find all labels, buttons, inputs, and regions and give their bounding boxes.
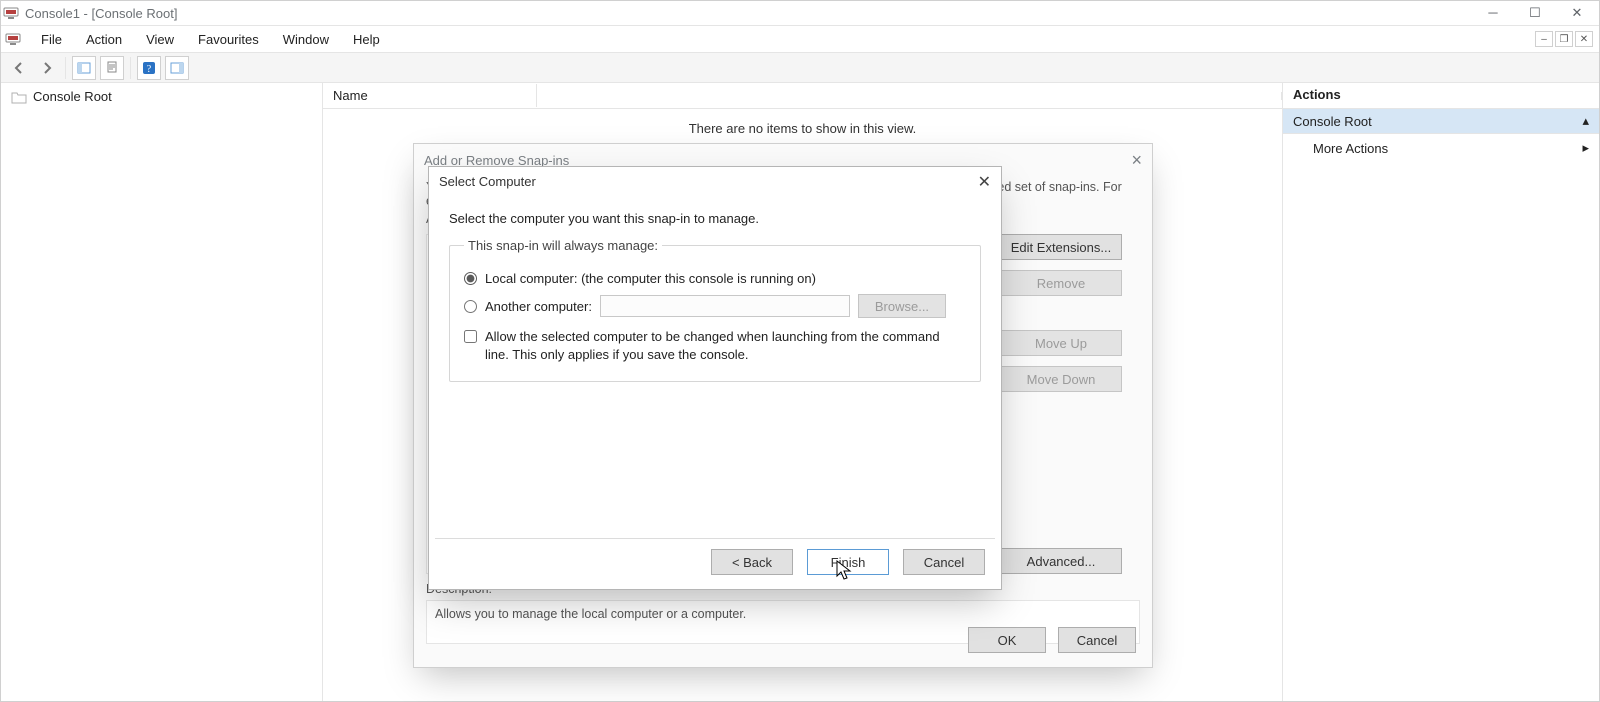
close-icon[interactable]: × [1131, 150, 1142, 171]
finish-button[interactable]: Finish [807, 549, 889, 575]
chevron-right-icon: ▸ [1582, 140, 1589, 156]
mdi-close-icon[interactable]: ✕ [1575, 31, 1593, 47]
toolbar-sep [130, 57, 131, 79]
menu-window[interactable]: Window [273, 28, 339, 51]
menu-action[interactable]: Action [76, 28, 132, 51]
folder-icon [11, 90, 27, 104]
radio-local-input[interactable] [464, 272, 477, 285]
cancel-button[interactable]: Cancel [1058, 627, 1136, 653]
minimize-icon[interactable]: ─ [1481, 5, 1505, 21]
move-down-button: Move Down [1000, 366, 1122, 392]
tree-root[interactable]: Console Root [7, 87, 316, 106]
maximize-icon[interactable]: ☐ [1523, 5, 1547, 21]
actions-header: Actions [1283, 83, 1599, 109]
back-button[interactable]: < Back [711, 549, 793, 575]
move-up-button: Move Up [1000, 330, 1122, 356]
menu-help[interactable]: Help [343, 28, 390, 51]
radio-another[interactable]: Another computer: [464, 299, 592, 314]
close-icon[interactable]: ✕ [978, 172, 991, 192]
actions-more-label: More Actions [1313, 141, 1388, 156]
manage-group: This snap-in will always manage: Local c… [449, 238, 981, 382]
mdi-restore-icon[interactable]: ❐ [1555, 31, 1573, 47]
spacer [429, 382, 1001, 538]
computer-name-input [600, 295, 850, 317]
menu-file[interactable]: File [31, 28, 72, 51]
remove-button: Remove [1000, 270, 1122, 296]
window-title: Console1 - [Console Root] [25, 6, 177, 21]
window-controls: ─ ☐ ✕ [1481, 5, 1597, 21]
mdi-minimize-icon[interactable]: – [1535, 31, 1553, 47]
wizard-button-row: < Back Finish Cancel [429, 539, 1001, 589]
radio-local[interactable]: Local computer: (the computer this conso… [464, 271, 966, 286]
titlebar: Console1 - [Console Root] ─ ☐ ✕ [1, 1, 1599, 25]
menu-view[interactable]: View [136, 28, 184, 51]
mmc-icon [3, 5, 19, 21]
column-name[interactable]: Name [323, 84, 537, 107]
allow-change-row[interactable]: Allow the selected computer to be change… [464, 328, 966, 363]
details-header: Name [323, 83, 1282, 109]
dialog-body: Select the computer you want this snap-i… [429, 197, 1001, 382]
dialog-button-row: OK Cancel [968, 627, 1136, 653]
dialog-lead: Select the computer you want this snap-i… [449, 211, 981, 226]
spacer [1000, 402, 1140, 538]
tree-panel[interactable]: Console Root [1, 83, 323, 701]
back-icon[interactable] [7, 56, 31, 80]
radio-another-label: Another computer: [485, 299, 592, 314]
dialog-title: Select Computer [439, 174, 536, 189]
allow-change-checkbox[interactable] [464, 330, 477, 343]
show-actions-icon[interactable] [165, 56, 189, 80]
ok-button[interactable]: OK [968, 627, 1046, 653]
snapins-side-buttons: Edit Extensions... Remove Move Up Move D… [1000, 234, 1140, 574]
actions-group-label: Console Root [1293, 114, 1372, 129]
actions-more[interactable]: More Actions ▸ [1283, 134, 1599, 162]
actions-group[interactable]: Console Root ▴ [1283, 109, 1599, 134]
toolbar-sep [65, 57, 66, 79]
edit-extensions-button[interactable]: Edit Extensions... [1000, 234, 1122, 260]
mmc-icon [5, 31, 21, 47]
menu-favourites[interactable]: Favourites [188, 28, 269, 51]
chevron-up-icon: ▴ [1582, 113, 1589, 129]
mdi-controls: – ❐ ✕ [1535, 31, 1597, 47]
menubar: File Action View Favourites Window Help … [1, 25, 1599, 53]
allow-change-label: Allow the selected computer to be change… [485, 328, 966, 363]
forward-icon[interactable] [35, 56, 59, 80]
toolbar: ? [1, 53, 1599, 83]
show-tree-icon[interactable] [72, 56, 96, 80]
radio-another-input[interactable] [464, 300, 477, 313]
radio-another-row: Another computer: Browse... [464, 294, 966, 318]
details-empty: There are no items to show in this view. [323, 121, 1282, 136]
close-icon[interactable]: ✕ [1565, 5, 1589, 21]
tree-root-label: Console Root [33, 89, 112, 104]
cancel-button[interactable]: Cancel [903, 549, 985, 575]
manage-legend: This snap-in will always manage: [464, 238, 662, 253]
browse-button: Browse... [858, 294, 946, 318]
svg-text:?: ? [147, 64, 152, 75]
radio-local-label: Local computer: (the computer this conso… [485, 271, 816, 286]
spacer [1000, 306, 1140, 320]
actions-panel: Actions Console Root ▴ More Actions ▸ [1283, 83, 1599, 701]
advanced-button[interactable]: Advanced... [1000, 548, 1122, 574]
column-blank[interactable] [537, 92, 1282, 100]
export-list-icon[interactable] [100, 56, 124, 80]
dialog-titlebar[interactable]: Select Computer ✕ [429, 167, 1001, 197]
help-icon[interactable]: ? [137, 56, 161, 80]
select-computer-dialog: Select Computer ✕ Select the computer yo… [428, 166, 1002, 590]
